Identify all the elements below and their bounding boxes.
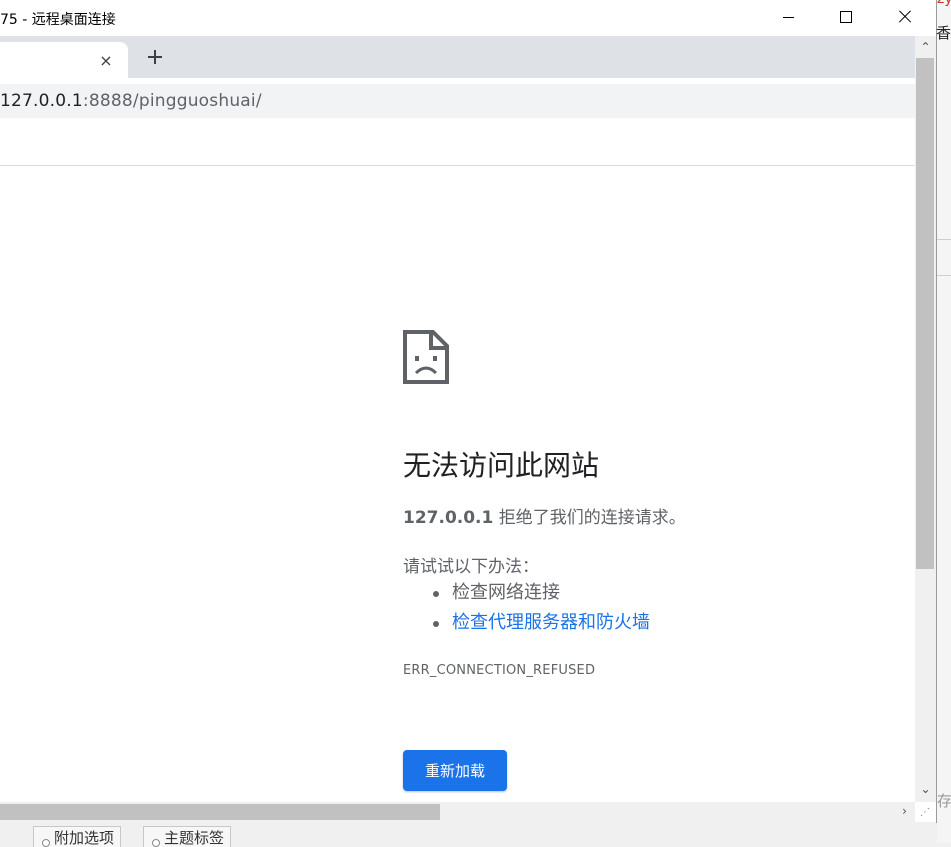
suggestions-list: 检查网络连接 检查代理服务器和防火墙 [403, 580, 650, 640]
error-page: 无法访问此网站 127.0.0.1 拒绝了我们的连接请求。 请试试以下办法： 检… [0, 166, 915, 802]
reload-button[interactable]: 重新加载 [403, 750, 507, 791]
scroll-up-icon[interactable]: ⌃ [915, 40, 936, 54]
browser-toolbar: 127.0.0.1:8888/pingguoshuai/ [0, 78, 915, 124]
address-host: 127.0.0.1 [0, 91, 83, 111]
scroll-right-icon[interactable]: › [894, 804, 915, 818]
bookmarks-bar [0, 124, 915, 166]
address-path: :8888/pingguoshuai/ [82, 91, 262, 111]
minimize-icon [782, 16, 794, 18]
suggestion-check-proxy-link[interactable]: 检查代理服务器和防火墙 [403, 610, 650, 640]
minimize-button[interactable] [765, 0, 811, 34]
radio-icon [42, 839, 50, 847]
error-host: 127.0.0.1 [403, 508, 494, 528]
error-title: 无法访问此网站 [403, 449, 600, 482]
background-char-top: 香 [936, 24, 951, 42]
radio-icon [152, 839, 160, 847]
error-message: 127.0.0.1 拒绝了我们的连接请求。 [403, 503, 686, 528]
maximize-icon [840, 11, 852, 23]
horizontal-scroll-thumb[interactable] [0, 804, 440, 820]
new-tab-button[interactable] [140, 42, 170, 72]
tab-close-icon[interactable]: × [98, 51, 114, 70]
background-red-text: zy [937, 0, 951, 7]
suggestion-check-network: 检查网络连接 [403, 580, 650, 610]
error-code: ERR_CONNECTION_REFUSED [403, 663, 596, 678]
background-divider [937, 239, 951, 240]
maximize-button[interactable] [823, 0, 869, 34]
remote-desktop-window: 75 - 远程桌面连接 × 127.0.0.1:8888/pingguoshua… [0, 0, 937, 823]
vertical-scroll-thumb[interactable] [916, 58, 934, 569]
scroll-down-icon[interactable]: ⌄ [915, 782, 936, 796]
address-bar[interactable]: 127.0.0.1:8888/pingguoshuai/ [0, 84, 915, 118]
close-icon [898, 10, 912, 24]
browser-tab[interactable]: × [0, 42, 128, 78]
window-title: 75 - 远程桌面连接 [0, 12, 116, 28]
background-tab-topic-tags[interactable]: 主题标签 [143, 826, 232, 847]
sad-page-icon [403, 330, 449, 384]
tab-strip: × [0, 36, 915, 78]
close-window-button[interactable] [882, 0, 928, 34]
background-app-edge [937, 0, 951, 843]
background-tab-addon-options[interactable]: 附加选项 [33, 826, 122, 847]
background-char-bottom: 存 [937, 792, 951, 810]
error-message-text: 拒绝了我们的连接请求。 [493, 508, 686, 528]
try-heading: 请试试以下办法： [403, 557, 539, 577]
background-divider [937, 275, 951, 276]
resize-grip-icon[interactable]: ⋰ [917, 805, 933, 820]
title-bar[interactable]: 75 - 远程桌面连接 [0, 0, 936, 36]
plus-icon [148, 50, 162, 64]
background-bottom-bar [0, 822, 936, 843]
